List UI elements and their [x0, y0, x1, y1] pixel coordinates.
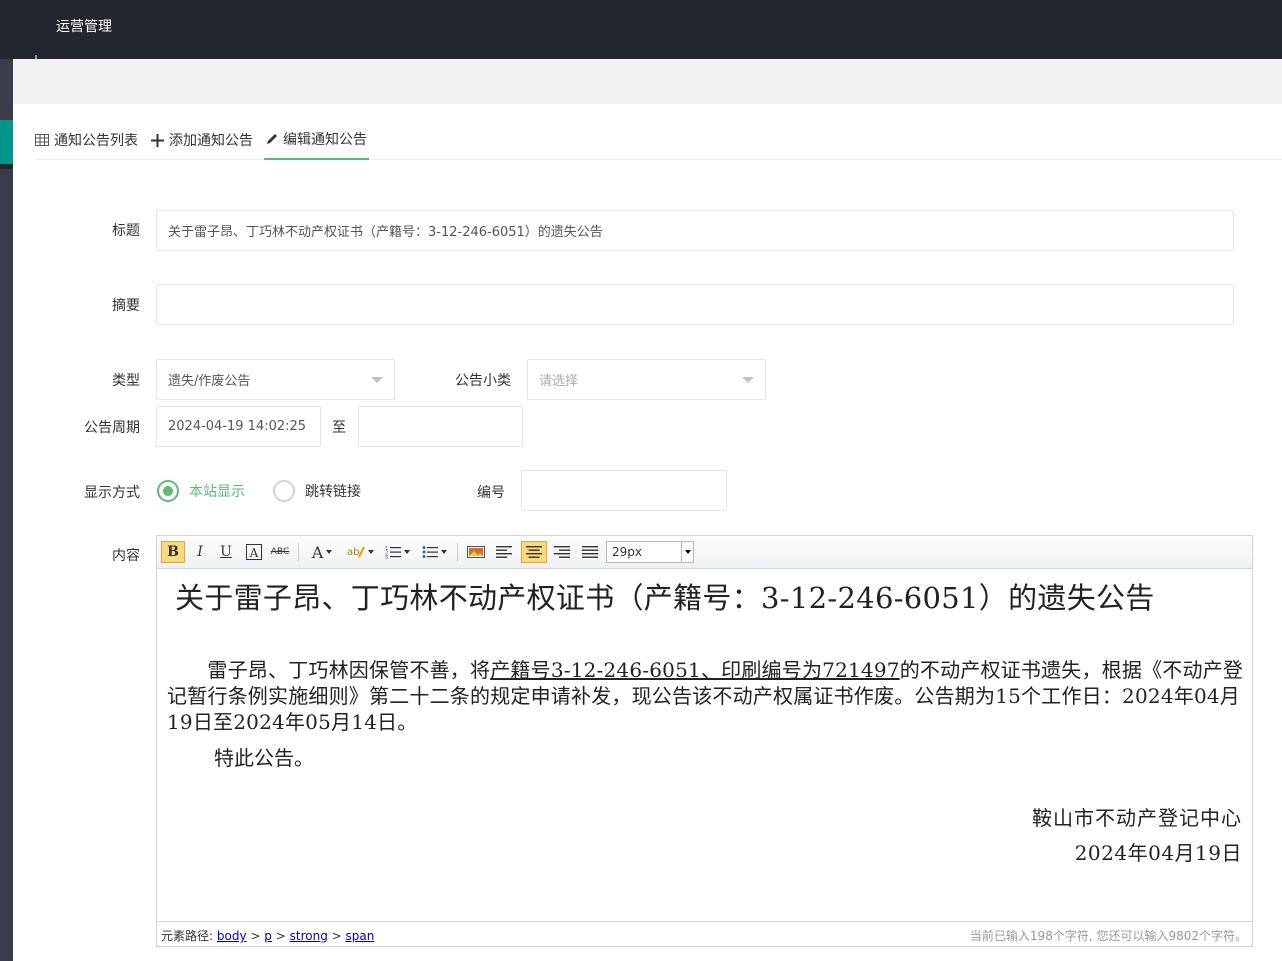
title-label: 标题 [112, 223, 140, 239]
title-input[interactable]: 关于雷子昂、丁巧林不动产权证书（产籍号：3-12-246-6051）的遗失公告 [156, 210, 1234, 251]
content-paragraph: 雷子昂、丁巧林因保管不善，将产籍号3-12-246-6051、印刷编号为7214… [167, 657, 1245, 735]
element-path: 元素路径: body > p > strong > span [161, 927, 374, 944]
content-date: 2024年04月19日 [1074, 841, 1242, 865]
paragraph-underlined-text: 产籍号3-12-246-6051、印刷编号为721497 [490, 658, 900, 682]
path-separator: > [331, 929, 342, 943]
ordered-list-icon[interactable]: 123 [382, 541, 412, 563]
rich-text-editor: B I U A ABC A ab 123 29px 关于雷子昂、丁巧林不动产权证… [156, 535, 1253, 947]
period-start-input[interactable]: 2024-04-19 14:02:25 [156, 406, 321, 447]
chevron-down-icon [681, 542, 693, 562]
chevron-down-icon [371, 377, 383, 383]
period-label: 公告周期 [84, 420, 140, 436]
svg-text:3: 3 [385, 555, 388, 559]
bold-icon[interactable]: B [161, 541, 185, 563]
editor-statusbar: 元素路径: body > p > strong > span 当前已输入198个… [157, 921, 1252, 946]
sidebar [0, 59, 13, 961]
top-navbar: 运营管理 [0, 0, 1282, 59]
element-path-link[interactable]: body [217, 929, 247, 943]
table-icon [35, 134, 49, 146]
radio-local-display[interactable]: 本站显示 [157, 480, 245, 502]
path-separator: > [275, 929, 286, 943]
tab-label: 通知公告列表 [54, 133, 138, 149]
font-border-icon[interactable]: A [243, 541, 265, 563]
radio-unchecked-icon [273, 480, 295, 502]
type-select-value: 遗失/作废公告 [168, 374, 251, 389]
paragraph-text: 雷子昂、丁巧林因保管不善，将 [207, 658, 491, 682]
subtype-label: 公告小类 [455, 373, 511, 389]
align-justify-icon[interactable] [579, 541, 601, 563]
element-path-link[interactable]: p [264, 929, 272, 943]
font-color-icon[interactable]: A [305, 541, 339, 563]
tab-bar: 通知公告列表 添加通知公告 编辑通知公告 [35, 120, 1282, 160]
sidebar-active-item[interactable] [0, 120, 13, 164]
align-center-icon[interactable] [521, 541, 547, 563]
content-heading: 关于雷子昂、丁巧林不动产权证书（产籍号：3-12-246-6051）的遗失公告 [175, 581, 1155, 615]
type-label: 类型 [112, 373, 140, 389]
type-select[interactable]: 遗失/作废公告 [156, 359, 395, 400]
tab-label: 编辑通知公告 [283, 132, 367, 148]
title-input-value: 关于雷子昂、丁巧林不动产权证书（产籍号：3-12-246-6051）的遗失公告 [168, 225, 603, 240]
element-path-link[interactable]: span [346, 929, 375, 943]
content-label: 内容 [112, 548, 140, 564]
plus-icon [151, 133, 164, 147]
pencil-icon [266, 133, 278, 145]
display-mode-label: 显示方式 [84, 485, 140, 501]
highlight-icon[interactable]: ab [343, 541, 377, 563]
period-start-value: 2024-04-19 14:02:25 [168, 419, 307, 434]
content-organization: 鞍山市不动产登记中心 [1032, 806, 1242, 830]
subtype-select-placeholder: 请选择 [539, 374, 579, 389]
svg-text:A: A [249, 546, 259, 560]
toolbar-separator [298, 543, 299, 561]
tab-notice-list[interactable]: 通知公告列表 [35, 120, 138, 160]
subtype-select[interactable]: 请选择 [527, 359, 766, 400]
image-icon[interactable] [465, 541, 487, 563]
character-count: 当前已输入198个字符, 您还可以输入9802个字符。 [969, 929, 1247, 943]
period-separator: 至 [332, 420, 346, 436]
radio-label: 跳转链接 [305, 484, 361, 500]
font-size-value: 29px [612, 545, 642, 559]
align-right-icon[interactable] [551, 541, 573, 563]
editor-toolbar: B I U A ABC A ab 123 29px [157, 536, 1252, 569]
svg-text:ab: ab [347, 547, 359, 558]
sidebar-divider [0, 164, 13, 169]
radio-checked-icon [157, 480, 179, 502]
number-label: 编号 [477, 485, 505, 501]
element-path-label: 元素路径: [161, 929, 214, 943]
nav-item-operations[interactable]: 运营管理 [56, 16, 112, 36]
editor-content-area[interactable]: 关于雷子昂、丁巧林不动产权证书（产籍号：3-12-246-6051）的遗失公告 … [157, 569, 1252, 922]
tab-add-notice[interactable]: 添加通知公告 [151, 120, 253, 160]
tab-label: 添加通知公告 [169, 133, 253, 149]
element-path-link[interactable]: strong [290, 929, 328, 943]
radio-redirect-link[interactable]: 跳转链接 [273, 480, 361, 502]
strikethrough-icon[interactable]: ABC [269, 541, 291, 563]
font-size-select[interactable]: 29px [606, 541, 694, 563]
summary-label: 摘要 [112, 298, 140, 314]
paragraph-indent [167, 658, 207, 682]
align-left-icon[interactable] [493, 541, 515, 563]
radio-label: 本站显示 [189, 484, 245, 500]
italic-icon[interactable]: I [189, 541, 211, 563]
chevron-down-icon [742, 377, 754, 383]
path-separator: > [250, 929, 261, 943]
breadcrumb-bar [13, 59, 1282, 104]
tab-edit-notice[interactable]: 编辑通知公告 [264, 120, 369, 160]
underline-icon[interactable]: U [215, 541, 237, 563]
unordered-list-icon[interactable] [418, 541, 450, 563]
content-closing: 特此公告。 [214, 746, 314, 770]
toolbar-separator [457, 543, 458, 561]
period-end-input[interactable] [358, 406, 523, 447]
number-input[interactable] [521, 470, 727, 511]
summary-input[interactable] [156, 284, 1234, 325]
